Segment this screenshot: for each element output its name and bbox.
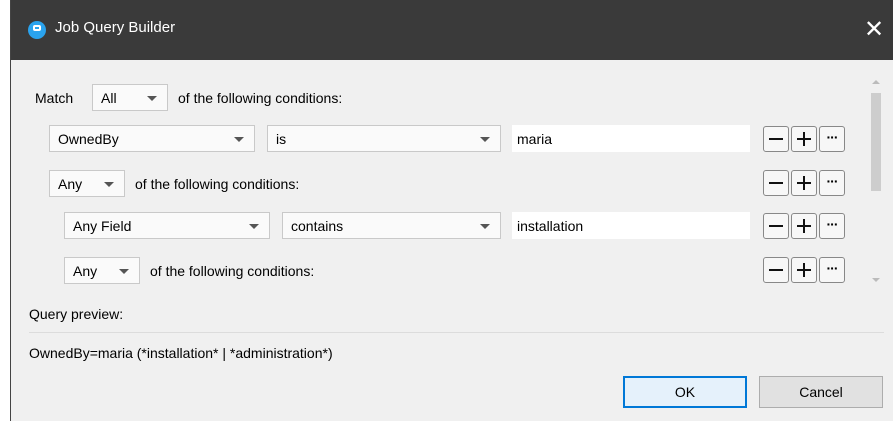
match-mode-value: All bbox=[101, 90, 117, 106]
operator-value: contains bbox=[291, 218, 344, 234]
condition-value: installation bbox=[517, 218, 584, 234]
field-select[interactable]: OwnedBy bbox=[49, 125, 255, 152]
operator-select[interactable]: contains bbox=[282, 212, 501, 239]
more-options-button[interactable]: ··· bbox=[819, 213, 845, 239]
add-condition-button[interactable] bbox=[791, 213, 817, 239]
condition-value-input[interactable]: maria bbox=[512, 125, 750, 152]
title-bar: Job Query Builder ✕ bbox=[11, 0, 893, 60]
operator-select[interactable]: is bbox=[267, 125, 501, 152]
app-icon bbox=[28, 21, 46, 39]
more-options-button[interactable]: ··· bbox=[819, 126, 845, 152]
scroll-down-arrow-icon[interactable] bbox=[872, 278, 880, 282]
remove-condition-button[interactable] bbox=[763, 170, 789, 196]
chevron-down-icon bbox=[234, 137, 244, 142]
close-button[interactable]: ✕ bbox=[854, 13, 893, 47]
chevron-down-icon bbox=[480, 224, 490, 229]
add-condition-button[interactable] bbox=[791, 170, 817, 196]
job-query-builder-dialog: Job Query Builder ✕ Match All of the fol… bbox=[10, 0, 893, 421]
dialog-content: Match All of the following conditions: O… bbox=[11, 60, 893, 421]
ellipsis-icon: ··· bbox=[826, 173, 839, 189]
match-suffix-label: of the following conditions: bbox=[178, 90, 343, 106]
group-suffix-label: of the following conditions: bbox=[135, 176, 300, 192]
group-mode-select[interactable]: Any bbox=[64, 257, 140, 284]
scroll-up-arrow-icon[interactable] bbox=[872, 80, 880, 84]
operator-value: is bbox=[276, 131, 287, 147]
field-select[interactable]: Any Field bbox=[64, 212, 270, 239]
divider bbox=[29, 332, 884, 333]
group-mode-value: Any bbox=[73, 263, 98, 279]
remove-condition-button[interactable] bbox=[763, 257, 789, 283]
match-label: Match bbox=[35, 90, 74, 106]
group-mode-select[interactable]: Any bbox=[49, 170, 125, 197]
scroll-thumb[interactable] bbox=[871, 93, 881, 191]
group-suffix-label: of the following conditions: bbox=[150, 263, 315, 279]
chevron-down-icon bbox=[480, 137, 490, 142]
more-options-button[interactable]: ··· bbox=[819, 257, 845, 283]
vertical-scrollbar[interactable] bbox=[868, 75, 884, 287]
chevron-down-icon bbox=[147, 96, 157, 101]
condition-value-input[interactable]: installation bbox=[512, 212, 750, 239]
ellipsis-icon: ··· bbox=[826, 129, 839, 145]
field-value: Any Field bbox=[73, 218, 132, 234]
field-value: OwnedBy bbox=[58, 131, 119, 147]
query-preview-label: Query preview: bbox=[29, 306, 124, 322]
chevron-down-icon bbox=[104, 182, 114, 187]
ok-button[interactable]: OK bbox=[623, 376, 747, 408]
match-mode-select[interactable]: All bbox=[92, 84, 168, 111]
condition-value: maria bbox=[517, 131, 553, 147]
add-condition-button[interactable] bbox=[791, 257, 817, 283]
ellipsis-icon: ··· bbox=[826, 260, 839, 276]
remove-condition-button[interactable] bbox=[763, 213, 789, 239]
add-condition-button[interactable] bbox=[791, 126, 817, 152]
chevron-down-icon bbox=[119, 269, 129, 274]
cancel-button[interactable]: Cancel bbox=[759, 376, 883, 408]
dialog-title: Job Query Builder bbox=[55, 19, 176, 36]
more-options-button[interactable]: ··· bbox=[819, 170, 845, 196]
query-preview-text: OwnedBy=maria (*installation* | *adminis… bbox=[29, 345, 333, 361]
group-mode-value: Any bbox=[58, 176, 83, 192]
chevron-down-icon bbox=[249, 224, 259, 229]
remove-condition-button[interactable] bbox=[763, 126, 789, 152]
ellipsis-icon: ··· bbox=[826, 216, 839, 232]
